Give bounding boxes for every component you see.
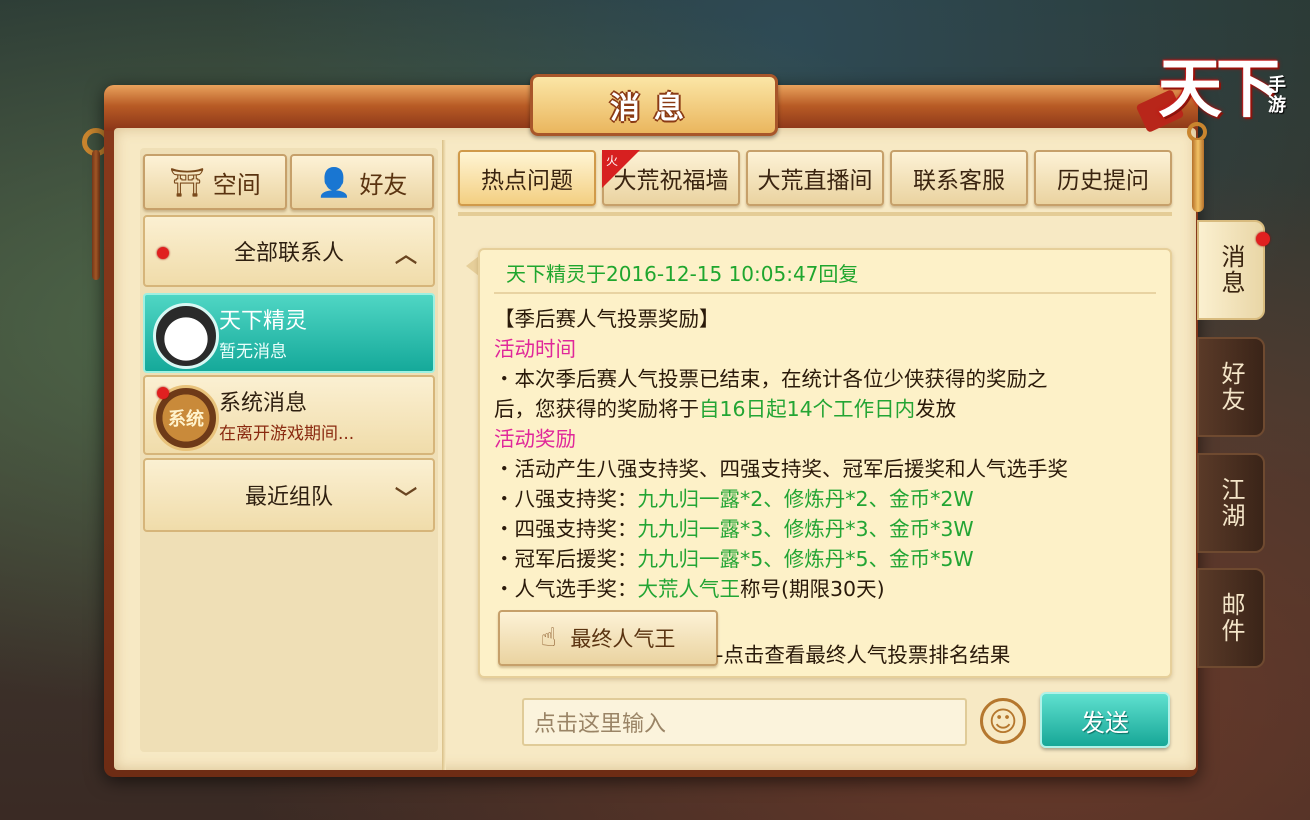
space-button-label: 空间 [212, 170, 261, 199]
side-tab-mail[interactable]: 邮件 [1197, 568, 1265, 668]
friends-button-label: 好友 [359, 170, 408, 199]
tab-label: 联系客服 [913, 168, 1005, 194]
reward-row: ・八强支持奖：九九归一露*2、修炼丹*2、金币*2W [494, 484, 1154, 514]
reward-value: 大荒人气王 [637, 577, 741, 601]
all-contacts-group[interactable]: 全部联系人 ︿ [143, 215, 435, 287]
contact-item[interactable]: 天下精灵 暂无消息 [143, 293, 435, 373]
pointing-hand-icon: ☝ [540, 623, 557, 653]
reward-row: ・冠军后援奖：九九归一露*5、修炼丹*5、金币*5W [494, 544, 1154, 574]
tab-live-room[interactable]: 大荒直播间 [746, 150, 884, 206]
final-popularity-label: 最终人气王 [570, 627, 676, 651]
unread-dot [1256, 232, 1270, 246]
chat-input[interactable]: 点击这里输入 [522, 698, 967, 746]
friends-button[interactable]: 👤 好友 [290, 154, 434, 210]
tab-label: 大荒直播间 [757, 168, 873, 194]
dialog-title: 消息 [610, 91, 698, 126]
chevron-up-icon: ︿ [394, 243, 417, 268]
hot-badge-text: 火 [606, 154, 619, 168]
chat-input-placeholder: 点击这里输入 [534, 712, 667, 737]
side-tab-label: 江湖 [1217, 477, 1245, 529]
message-text: 发放 [915, 397, 957, 421]
section-title: 活动奖励 [494, 427, 576, 451]
tab-question-history[interactable]: 历史提问 [1034, 150, 1172, 206]
side-tab-label: 好友 [1217, 361, 1245, 413]
tassel-ornament-right [1192, 140, 1204, 212]
emoji-icon[interactable]: ☺ [980, 698, 1026, 744]
logo-sub-text: 手游 [1268, 75, 1286, 116]
reward-suffix: 称号(期限30天) [740, 577, 885, 601]
contact-preview: 在离开游戏期间... [219, 424, 355, 444]
tab-label: 热点问题 [481, 168, 573, 194]
side-tab-label: 邮件 [1217, 592, 1245, 644]
all-contacts-label: 全部联系人 [233, 241, 344, 266]
recent-team-group[interactable]: 最近组队 ﹀ [143, 458, 435, 532]
space-button[interactable]: ⛩ 空间 [143, 154, 287, 210]
panda-avatar [153, 303, 219, 369]
tab-blessing-wall[interactable]: 火 大荒祝福墙 [602, 150, 740, 206]
contact-preview: 暂无消息 [219, 342, 287, 362]
reward-label: ・四强支持奖： [494, 517, 638, 541]
add-friend-icon: 👤 [316, 165, 352, 199]
message-bubble: 天下精灵于2016-12-15 10:05:47回复 【季后赛人气投票奖励】 活… [478, 248, 1172, 678]
message-line: ・活动产生八强支持奖、四强支持奖、冠军后援奖和人气选手奖 [494, 457, 1068, 481]
final-popularity-button[interactable]: ☝ 最终人气王 [498, 610, 718, 666]
message-title: 【季后赛人气投票奖励】 [494, 307, 720, 331]
title-plaque: 消息 [530, 74, 778, 136]
reward-value: 九九归一露*2、修炼丹*2、金币*2W [637, 487, 974, 511]
send-button[interactable]: 发送 [1040, 692, 1170, 748]
pavilion-icon: ⛩ [169, 165, 205, 199]
side-tab-jianghu[interactable]: 江湖 [1197, 453, 1265, 553]
reward-value: 九九归一露*5、修炼丹*5、金币*5W [637, 547, 974, 571]
side-tab-label: 消息 [1217, 244, 1245, 296]
unread-dot [157, 387, 169, 399]
message-separator [494, 292, 1156, 294]
chevron-down-icon: ﹀ [394, 487, 417, 512]
recent-team-label: 最近组队 [244, 485, 333, 510]
message-body: 【季后赛人气投票奖励】 活动时间 ・本次季后赛人气投票已结束，在统计各位少侠获得… [494, 304, 1154, 604]
reward-label: ・人气选手奖： [494, 577, 638, 601]
hot-badge: 火 [602, 150, 640, 188]
send-button-label: 发送 [1081, 708, 1129, 737]
side-tab-messages[interactable]: 消息 [1197, 220, 1265, 320]
side-tab-friends[interactable]: 好友 [1197, 337, 1265, 437]
tab-hot-questions[interactable]: 热点问题 [458, 150, 596, 206]
contact-name: 系统消息 [219, 391, 308, 416]
contact-item[interactable]: 系统 系统消息 在离开游戏期间... [143, 375, 435, 455]
tab-label: 历史提问 [1057, 168, 1149, 194]
section-title: 活动时间 [494, 337, 576, 361]
reward-row: ・四强支持奖：九九归一露*3、修炼丹*3、金币*3W [494, 514, 1154, 544]
game-logo: 天下 手游 [1135, 38, 1300, 148]
reward-row: ・人气选手奖：大荒人气王称号(期限30天) [494, 574, 1154, 604]
tassel-ornament [92, 150, 100, 280]
reward-label: ・八强支持奖： [494, 487, 638, 511]
tab-contact-support[interactable]: 联系客服 [890, 150, 1028, 206]
reward-label: ・冠军后援奖： [494, 547, 638, 571]
contact-name: 天下精灵 [219, 309, 308, 334]
message-header: 天下精灵于2016-12-15 10:05:47回复 [506, 262, 859, 286]
message-line: 后，您获得的奖励将于自16日起14个工作日内发放 [494, 394, 1154, 424]
highlight-text: 自16日起14个工作日内 [699, 397, 916, 421]
rank-note: -点击查看最终人气投票排名结果 [716, 643, 1011, 667]
message-line: ・本次季后赛人气投票已结束，在统计各位少侠获得的奖励之 [494, 367, 1048, 391]
message-text: 后，您获得的奖励将于 [494, 397, 699, 421]
tab-underline [458, 212, 1172, 216]
logo-main-text: 天下 [1158, 52, 1280, 127]
reward-value: 九九归一露*3、修炼丹*3、金币*3W [637, 517, 974, 541]
panel-divider [442, 140, 446, 770]
